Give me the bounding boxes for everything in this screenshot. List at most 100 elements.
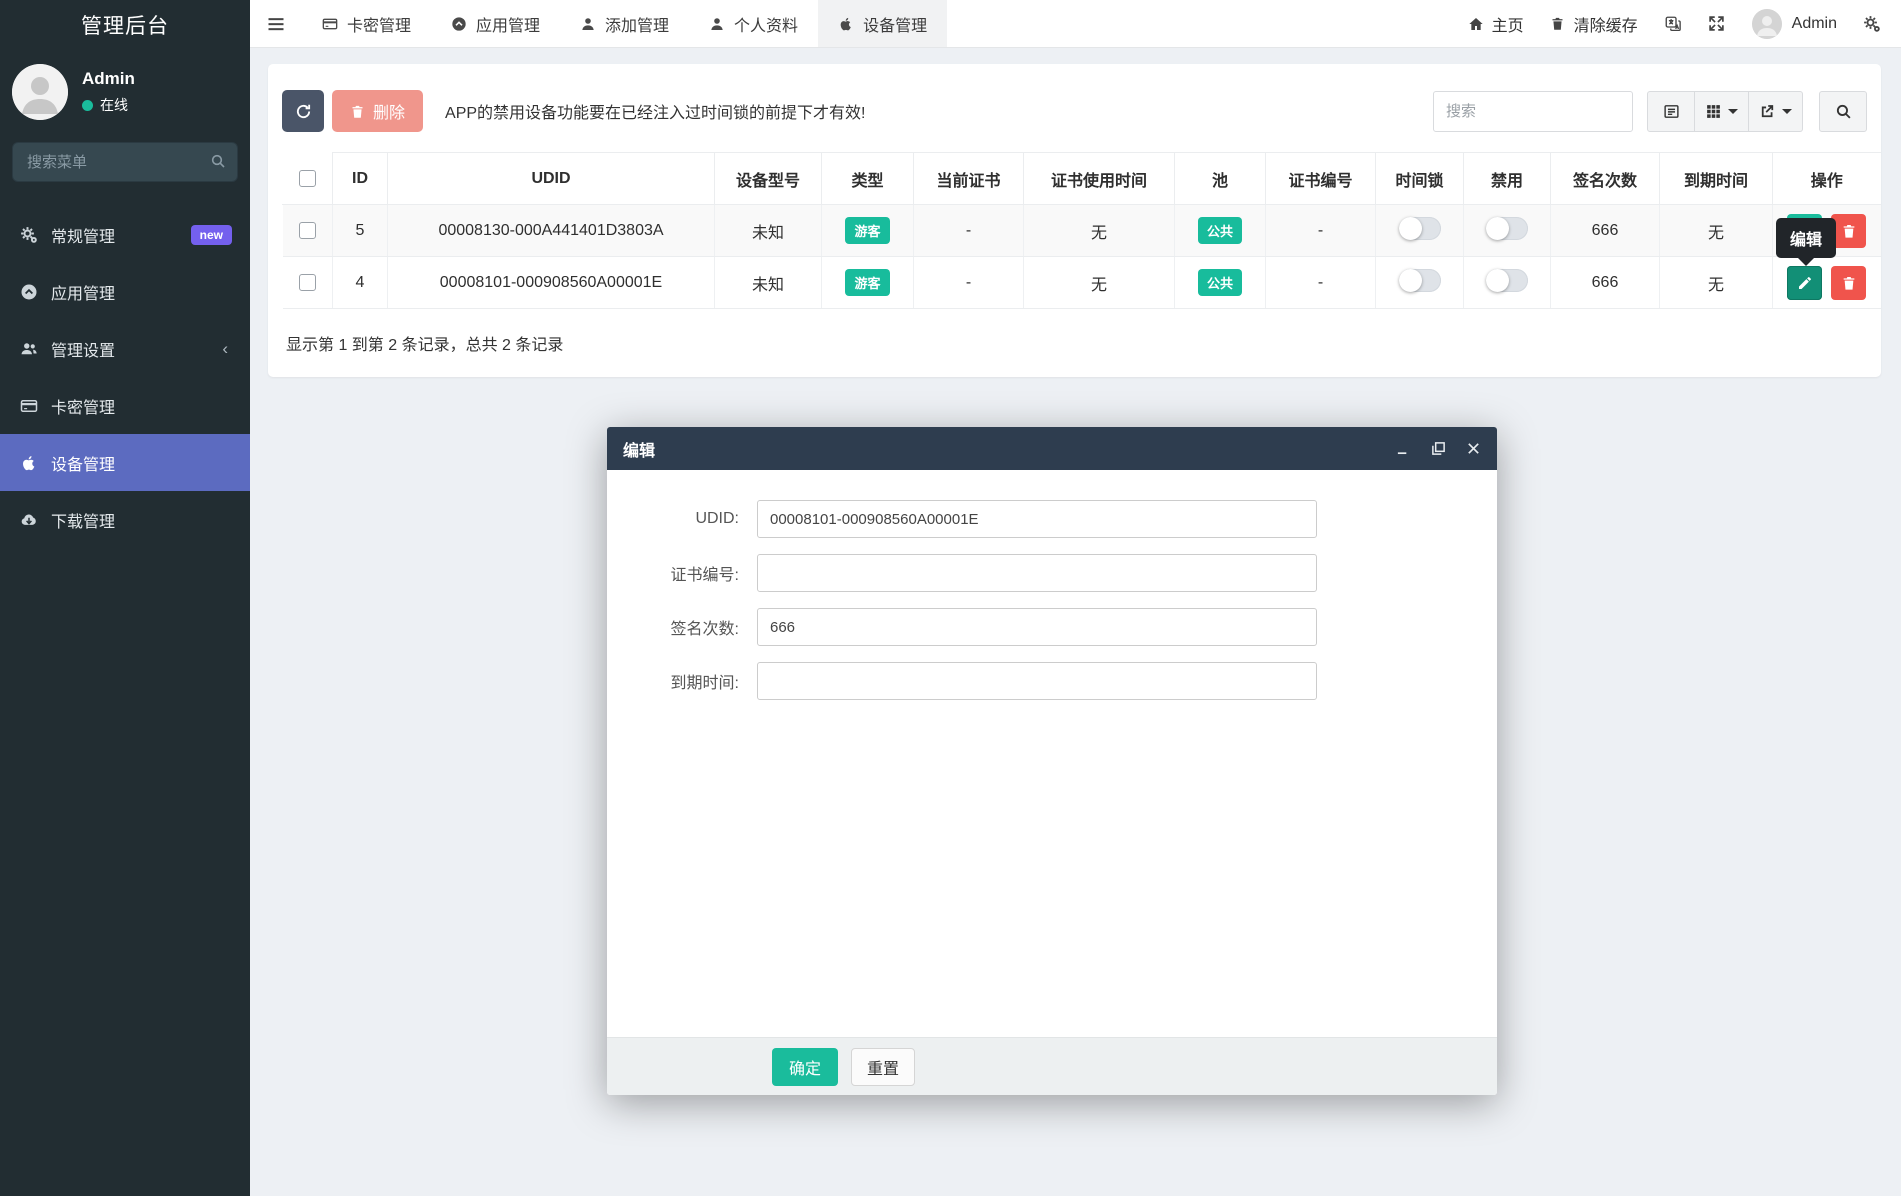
col-id: ID [332, 152, 388, 205]
chevron-left-icon: ‹ [222, 338, 228, 358]
delete-button-label: 删除 [373, 105, 406, 122]
search-button[interactable] [1819, 90, 1867, 132]
cell-cert-time: 无 [1023, 256, 1175, 309]
export-dropdown-button[interactable] [1749, 90, 1803, 132]
fullscreen-icon[interactable] [1708, 15, 1726, 33]
tab-card-management[interactable]: 卡密管理 [302, 0, 431, 47]
language-icon[interactable] [1664, 15, 1682, 33]
sign-count-field[interactable] [757, 608, 1317, 646]
delete-row-button[interactable] [1831, 213, 1867, 248]
tab-profile[interactable]: 个人资料 [689, 0, 818, 47]
nav-user[interactable]: Admin [1751, 8, 1837, 39]
sidebar-item-label: 设备管理 [51, 456, 116, 474]
record-summary: 显示第 1 到第 2 条记录，总共 2 条记录 [286, 337, 564, 354]
tab-label: 卡密管理 [347, 17, 412, 35]
udid-field[interactable] [757, 500, 1317, 538]
clear-cache-label: 清除缓存 [1573, 17, 1638, 35]
cell-model: 未知 [714, 204, 822, 257]
delete-button[interactable]: 删除 [332, 90, 424, 132]
home-label: 主页 [1491, 17, 1524, 35]
reset-button[interactable]: 重置 [851, 1047, 916, 1086]
card-icon [20, 397, 38, 415]
app-title: 管理后台 [81, 15, 169, 38]
columns-dropdown-button[interactable] [1695, 90, 1749, 132]
sidebar-menu: 常规管理 new 应用管理 管理设置 ‹ 卡密管理 设备管理 下载管理 [0, 196, 250, 548]
clear-cache-link[interactable]: 清除缓存 [1550, 12, 1638, 36]
apple-icon [838, 16, 854, 32]
detail-view-button[interactable] [1647, 90, 1695, 132]
caret-down-icon [1728, 108, 1738, 114]
modal-footer: 确定 重置 [607, 1037, 1497, 1095]
top-navbar: 卡密管理 应用管理 添加管理 个人资料 设备管理 主页 清除缓存 Admin [250, 0, 1901, 48]
tab-add-management[interactable]: 添加管理 [560, 0, 689, 47]
col-sign-count: 签名次数 [1550, 152, 1660, 205]
sidebar-user-panel: Admin 在线 [0, 50, 250, 136]
col-current-cert: 当前证书 [913, 152, 1024, 205]
cell-cert-no: - [1265, 204, 1376, 257]
tab-label: 添加管理 [605, 17, 670, 35]
confirm-button[interactable]: 确定 [772, 1047, 839, 1086]
col-type: 类型 [821, 152, 914, 205]
table-search-input[interactable] [1433, 90, 1633, 132]
disable-toggle[interactable] [1486, 268, 1528, 292]
close-icon[interactable] [1466, 441, 1481, 456]
avatar [12, 64, 68, 120]
nav-tabs: 卡密管理 应用管理 添加管理 个人资料 设备管理 [302, 0, 948, 47]
row-checkbox[interactable] [298, 221, 316, 239]
grid-columns-icon [1707, 104, 1720, 118]
tab-device-management[interactable]: 设备管理 [818, 0, 948, 47]
user-icon [580, 16, 596, 32]
admin-app: 管理后台 Admin 在线 搜索菜单 常规管理 new 应用管理 管理设置 ‹ … [0, 0, 1901, 1196]
udid-label: UDID: [695, 510, 739, 527]
sidebar-search-input[interactable] [12, 142, 238, 182]
sidebar-item-apps[interactable]: 应用管理 [0, 263, 250, 320]
row-checkbox[interactable] [298, 273, 316, 291]
sidebar-item-admin-settings[interactable]: 管理设置 ‹ [0, 320, 250, 377]
time-lock-toggle[interactable] [1398, 268, 1441, 292]
maximize-icon[interactable] [1431, 441, 1446, 456]
export-icon [1761, 104, 1774, 117]
device-table: ID UDID 设备型号 类型 当前证书 证书使用时间 池 证书编号 时间锁 禁… [282, 152, 1881, 309]
sidebar-item-label: 卡密管理 [51, 399, 116, 417]
sidebar-item-cards[interactable]: 卡密管理 [0, 377, 250, 434]
cert-no-field[interactable] [757, 554, 1317, 592]
sidebar-item-devices[interactable]: 设备管理 [0, 434, 250, 491]
nav-username: Admin [1791, 14, 1837, 32]
refresh-button[interactable] [282, 90, 324, 132]
disable-toggle[interactable] [1486, 216, 1528, 240]
sidebar-item-label: 管理设置 [51, 342, 116, 360]
select-all-checkbox[interactable] [299, 169, 316, 187]
apple-icon [20, 454, 38, 472]
table-row: 5 00008130-000A441401D3803A 未知 游客 - 无 公共… [282, 204, 1881, 257]
minimize-icon[interactable] [1396, 441, 1411, 456]
cell-current-cert: - [913, 204, 1024, 257]
edit-button[interactable] [1787, 265, 1823, 300]
type-badge: 游客 [845, 269, 890, 296]
time-lock-toggle[interactable] [1398, 216, 1441, 240]
col-expire: 到期时间 [1659, 152, 1773, 205]
tab-app-management[interactable]: 应用管理 [431, 0, 560, 47]
sidebar: 管理后台 Admin 在线 搜索菜单 常规管理 new 应用管理 管理设置 ‹ … [0, 0, 250, 1196]
device-table-card: 删除 APP的禁用设备功能要在已经注入过时间锁的前提下才有效! 搜索 ID UD… [268, 64, 1881, 377]
delete-row-button[interactable] [1831, 265, 1867, 300]
sidebar-item-general[interactable]: 常规管理 new [0, 206, 250, 263]
sidebar-item-downloads[interactable]: 下载管理 [0, 491, 250, 548]
expire-time-field[interactable] [757, 662, 1317, 700]
settings-gears-icon[interactable] [1863, 15, 1881, 33]
sign-count-label: 签名次数: [670, 621, 739, 638]
edit-tooltip: 编辑 [1776, 218, 1837, 258]
table-row: 4 00008101-000908560A00001E 未知 游客 - 无 公共… [282, 256, 1881, 309]
search-icon [210, 153, 226, 169]
edit-modal: 编辑 UDID: 证书编号: [607, 427, 1497, 1095]
col-cert-time: 证书使用时间 [1023, 152, 1175, 205]
user-status-label: 在线 [100, 97, 128, 113]
home-link[interactable]: 主页 [1468, 12, 1524, 36]
trash-icon [1843, 224, 1855, 238]
circle-arrow-icon [451, 16, 467, 32]
col-disabled: 禁用 [1463, 152, 1551, 205]
cell-id: 5 [332, 204, 388, 257]
hamburger-menu-icon[interactable] [250, 0, 302, 47]
cell-expire: 无 [1659, 256, 1773, 309]
modal-header[interactable]: 编辑 [607, 427, 1497, 470]
user-name: Admin [82, 69, 135, 88]
